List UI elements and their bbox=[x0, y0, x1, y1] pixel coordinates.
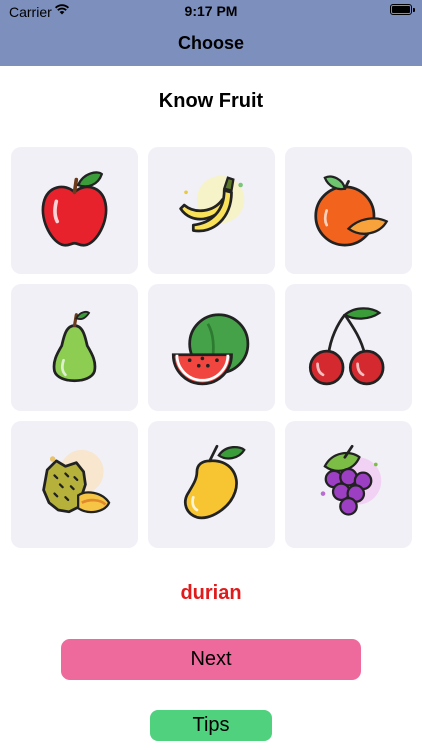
mango-icon bbox=[184, 444, 246, 520]
fruit-tile-watermelon[interactable] bbox=[148, 284, 275, 411]
orange-icon bbox=[314, 175, 389, 247]
fruit-tile-apple[interactable] bbox=[11, 147, 138, 274]
fruit-grid bbox=[11, 147, 412, 548]
next-button[interactable]: Next bbox=[61, 639, 361, 680]
answer-label: durian bbox=[180, 582, 242, 604]
fruit-tile-cherry[interactable] bbox=[285, 284, 412, 411]
grape-icon bbox=[320, 444, 382, 516]
status-time: 9:17 PM bbox=[184, 3, 238, 19]
fruit-tile-pear[interactable] bbox=[11, 284, 138, 411]
fruit-tile-banana[interactable] bbox=[148, 147, 275, 274]
fruit-tile-mango[interactable] bbox=[148, 421, 275, 548]
navigation-bar: Carrier 9:17 PM Choose bbox=[0, 0, 422, 66]
fruit-tile-durian[interactable] bbox=[11, 421, 138, 548]
battery-icon bbox=[390, 4, 415, 15]
banana-icon bbox=[179, 175, 245, 233]
durian-icon bbox=[42, 449, 111, 514]
fruit-tile-orange[interactable] bbox=[285, 147, 412, 274]
tips-button[interactable]: Tips bbox=[150, 710, 272, 741]
fruit-tile-grape[interactable] bbox=[285, 421, 412, 548]
apple-icon bbox=[41, 171, 108, 247]
status-bar: Carrier 9:17 PM bbox=[0, 0, 422, 22]
cherry-icon bbox=[308, 307, 385, 386]
nav-title: Choose bbox=[177, 33, 244, 53]
watermelon-icon bbox=[171, 313, 250, 386]
page-title: Know Fruit bbox=[158, 90, 264, 112]
pear-icon bbox=[52, 311, 97, 383]
